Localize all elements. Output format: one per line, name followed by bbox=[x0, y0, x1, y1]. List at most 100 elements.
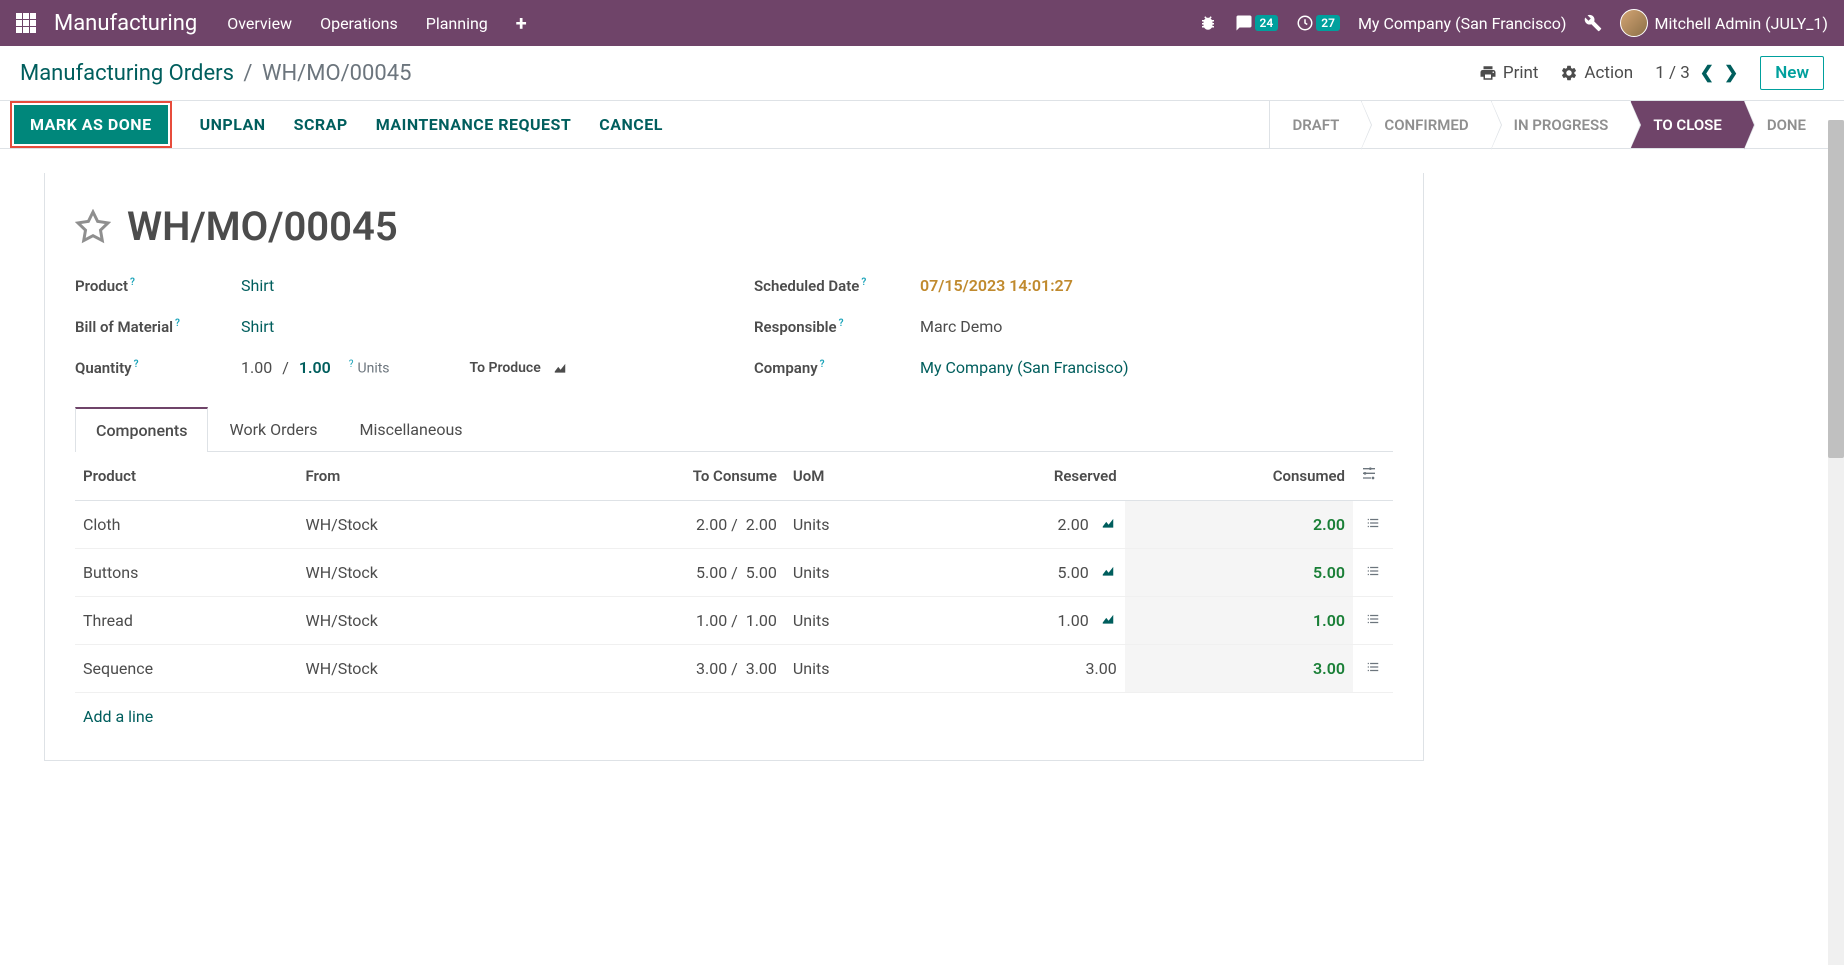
cell-from: WH/Stock bbox=[298, 597, 527, 645]
scrollbar[interactable] bbox=[1828, 120, 1844, 965]
nav-link-overview[interactable]: Overview bbox=[227, 14, 292, 33]
col-product[interactable]: Product bbox=[75, 452, 298, 501]
status-draft[interactable]: DRAFT bbox=[1269, 101, 1361, 148]
cell-consume: 1.00 / 1.00 bbox=[526, 597, 785, 645]
print-button[interactable]: Print bbox=[1479, 63, 1539, 83]
action-button[interactable]: Action bbox=[1560, 63, 1633, 83]
tools-icon[interactable] bbox=[1584, 14, 1602, 32]
detail-icon[interactable] bbox=[1365, 564, 1381, 578]
pager: 1 / 3 ❮ ❯ bbox=[1655, 63, 1738, 83]
messages-icon[interactable]: 24 bbox=[1235, 14, 1279, 32]
detail-icon[interactable] bbox=[1365, 516, 1381, 530]
pager-text: 1 / 3 bbox=[1655, 63, 1690, 83]
cell-product: Sequence bbox=[75, 645, 298, 693]
nav-link-planning[interactable]: Planning bbox=[426, 14, 488, 33]
detail-icon[interactable] bbox=[1365, 660, 1381, 674]
cell-from: WH/Stock bbox=[298, 549, 527, 597]
col-consumed[interactable]: Consumed bbox=[1125, 452, 1353, 501]
scrap-button[interactable]: SCRAP bbox=[280, 105, 362, 144]
table-row[interactable]: ButtonsWH/Stock5.00 / 5.00Units5.00 5.00 bbox=[75, 549, 1393, 597]
company-selector[interactable]: My Company (San Francisco) bbox=[1358, 14, 1567, 33]
product-value[interactable]: Shirt bbox=[241, 276, 274, 295]
cell-uom: Units bbox=[785, 549, 921, 597]
user-menu[interactable]: Mitchell Admin (JULY_1) bbox=[1620, 9, 1828, 37]
quantity-value[interactable]: 1.00 bbox=[241, 358, 272, 377]
cell-consumed[interactable]: 5.00 bbox=[1125, 549, 1353, 597]
col-settings-icon[interactable] bbox=[1353, 452, 1393, 501]
col-uom[interactable]: UoM bbox=[785, 452, 921, 501]
tab-work-orders[interactable]: Work Orders bbox=[208, 407, 338, 452]
pager-prev[interactable]: ❮ bbox=[1700, 63, 1714, 83]
cell-reserved: 1.00 bbox=[921, 597, 1125, 645]
col-consume[interactable]: To Consume bbox=[526, 452, 785, 501]
topbar: Manufacturing Overview Operations Planning… bbox=[0, 0, 1844, 46]
status-in-progress[interactable]: IN PROGRESS bbox=[1491, 101, 1631, 148]
bug-icon[interactable] bbox=[1199, 14, 1217, 32]
cell-consumed[interactable]: 1.00 bbox=[1125, 597, 1353, 645]
statusbar-row: MARK AS DONE UNPLANSCRAPMAINTENANCE REQU… bbox=[0, 101, 1828, 149]
col-from[interactable]: From bbox=[298, 452, 527, 501]
apps-icon[interactable] bbox=[16, 13, 36, 33]
mark-done-button[interactable]: MARK AS DONE bbox=[14, 105, 168, 144]
record-title: WH/MO/00045 bbox=[127, 203, 398, 250]
new-button[interactable]: New bbox=[1760, 56, 1824, 90]
cell-reserved: 5.00 bbox=[921, 549, 1125, 597]
tab-components[interactable]: Components bbox=[75, 407, 208, 452]
quantity-label: Quantity? bbox=[75, 359, 241, 377]
control-panel: Manufacturing Orders / WH/MO/00045 Print… bbox=[0, 46, 1844, 101]
cancel-button[interactable]: CANCEL bbox=[585, 105, 677, 144]
cell-uom: Units bbox=[785, 597, 921, 645]
nav-link-operations[interactable]: Operations bbox=[320, 14, 398, 33]
scheduled-label: Scheduled Date? bbox=[754, 277, 920, 295]
breadcrumb-root[interactable]: Manufacturing Orders bbox=[20, 61, 234, 86]
quantity-of[interactable]: 1.00 bbox=[299, 358, 331, 377]
app-name[interactable]: Manufacturing bbox=[54, 11, 197, 36]
avatar bbox=[1620, 9, 1648, 37]
cell-consume: 2.00 / 2.00 bbox=[526, 501, 785, 549]
user-name: Mitchell Admin (JULY_1) bbox=[1654, 14, 1828, 33]
detail-icon[interactable] bbox=[1365, 612, 1381, 626]
responsible-label: Responsible? bbox=[754, 318, 920, 336]
status-done[interactable]: DONE bbox=[1744, 101, 1828, 148]
forecast-icon[interactable] bbox=[1099, 612, 1117, 626]
pager-next[interactable]: ❯ bbox=[1724, 63, 1738, 83]
forecast-icon[interactable] bbox=[1099, 564, 1117, 578]
tabs: ComponentsWork OrdersMiscellaneous bbox=[75, 407, 1393, 452]
company-value[interactable]: My Company (San Francisco) bbox=[920, 358, 1129, 377]
add-line-button[interactable]: Add a line bbox=[75, 693, 1393, 740]
bom-value[interactable]: Shirt bbox=[241, 317, 274, 336]
forecast-icon[interactable] bbox=[1099, 516, 1117, 530]
maintenance-request-button[interactable]: MAINTENANCE REQUEST bbox=[362, 105, 586, 144]
table-row[interactable]: ClothWH/Stock2.00 / 2.00Units2.00 2.00 bbox=[75, 501, 1393, 549]
to-produce-label: To Produce bbox=[470, 360, 569, 376]
add-menu-icon[interactable]: + bbox=[516, 11, 527, 35]
company-label: Company? bbox=[754, 359, 920, 377]
cell-reserved: 3.00 bbox=[921, 645, 1125, 693]
table-row[interactable]: ThreadWH/Stock1.00 / 1.00Units1.00 1.00 bbox=[75, 597, 1393, 645]
forecast-icon[interactable] bbox=[551, 361, 569, 375]
col-reserved[interactable]: Reserved bbox=[921, 452, 1125, 501]
favorite-star-icon[interactable] bbox=[75, 209, 111, 245]
tab-miscellaneous[interactable]: Miscellaneous bbox=[339, 407, 484, 452]
unplan-button[interactable]: UNPLAN bbox=[186, 105, 280, 144]
cell-reserved: 2.00 bbox=[921, 501, 1125, 549]
product-label: Product? bbox=[75, 277, 241, 295]
table-row[interactable]: SequenceWH/Stock3.00 / 3.00Units3.00 3.0… bbox=[75, 645, 1393, 693]
activities-badge: 27 bbox=[1316, 15, 1340, 31]
cell-consumed[interactable]: 3.00 bbox=[1125, 645, 1353, 693]
components-table: Product From To Consume UoM Reserved Con… bbox=[75, 452, 1393, 693]
cell-consume: 3.00 / 3.00 bbox=[526, 645, 785, 693]
cell-uom: Units bbox=[785, 645, 921, 693]
scheduled-value[interactable]: 07/15/2023 14:01:27 bbox=[920, 276, 1073, 295]
cell-consumed[interactable]: 2.00 bbox=[1125, 501, 1353, 549]
cell-product: Buttons bbox=[75, 549, 298, 597]
messages-badge: 24 bbox=[1255, 15, 1279, 31]
cell-from: WH/Stock bbox=[298, 501, 527, 549]
status-confirmed[interactable]: CONFIRMED bbox=[1361, 101, 1490, 148]
status-to-close[interactable]: TO CLOSE bbox=[1630, 101, 1744, 148]
activities-icon[interactable]: 27 bbox=[1296, 14, 1340, 32]
breadcrumb-current: WH/MO/00045 bbox=[262, 61, 412, 86]
cell-product: Thread bbox=[75, 597, 298, 645]
form-sheet: WH/MO/00045 Product? Shirt Scheduled Dat… bbox=[44, 173, 1424, 761]
responsible-value[interactable]: Marc Demo bbox=[920, 317, 1002, 336]
